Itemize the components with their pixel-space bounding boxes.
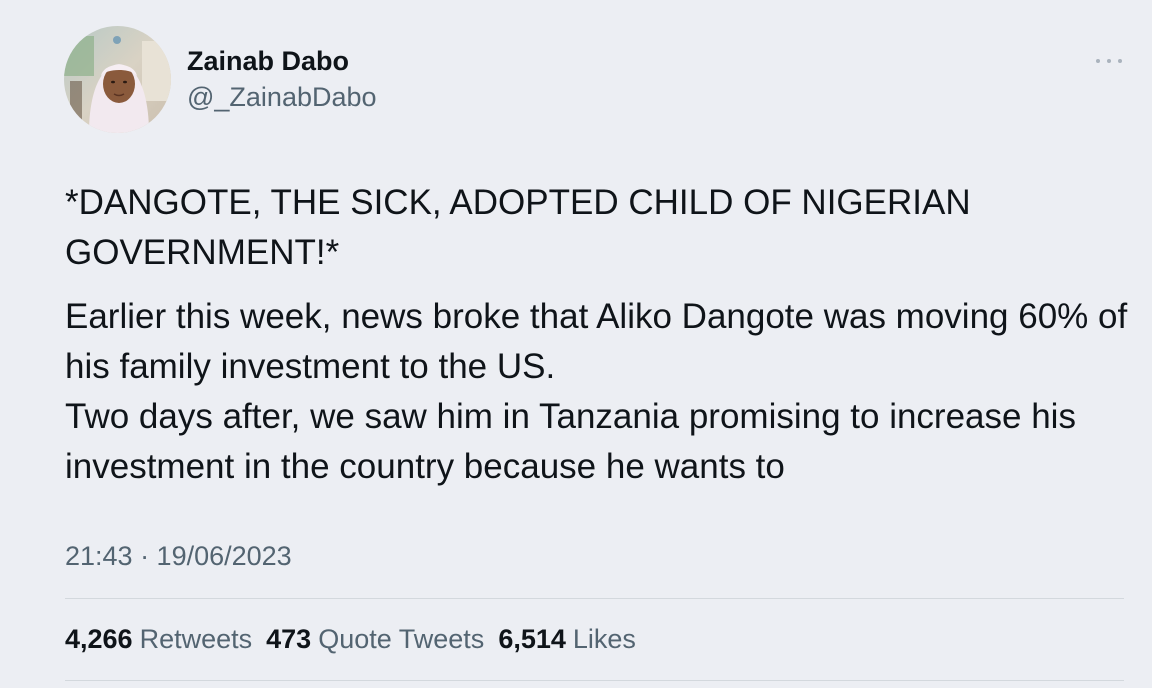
more-options-button[interactable] [1096,52,1122,70]
tweet-paragraph: Two days after, we saw him in Tanzania p… [65,397,1076,486]
author-info: Zainab Dabo @_ZainabDabo [187,44,377,114]
likes-label: Likes [572,624,636,654]
more-horizontal-icon [1096,59,1100,63]
divider [65,680,1124,681]
retweets-label: Retweets [139,624,253,654]
retweets-stat[interactable]: 4,266 Retweets [65,621,252,657]
tweet-headline: *DANGOTE, THE SICK, ADOPTED CHILD OF NIG… [65,183,971,272]
quote-tweets-count: 473 [266,624,312,654]
avatar[interactable] [64,26,171,133]
author-display-name[interactable]: Zainab Dabo [187,44,377,78]
retweets-count: 4,266 [65,624,133,654]
divider [65,598,1124,599]
tweet-text: *DANGOTE, THE SICK, ADOPTED CHILD OF NIG… [65,178,1135,492]
likes-count: 6,514 [498,624,566,654]
tweet-paragraph: Earlier this week, news broke that Aliko… [65,297,1128,386]
quote-tweets-label: Quote Tweets [318,624,485,654]
author-handle[interactable]: @_ZainabDabo [187,80,377,114]
likes-stat[interactable]: 6,514 Likes [498,621,636,657]
tweet-timestamp[interactable]: 21:43 · 19/06/2023 [65,538,292,574]
avatar-image [64,26,171,133]
tweet-card: Zainab Dabo @_ZainabDabo *DANGOTE, THE S… [0,0,1152,688]
tweet-stats: 4,266 Retweets 473 Quote Tweets 6,514 Likes [65,621,650,657]
quote-tweets-stat[interactable]: 473 Quote Tweets [266,621,484,657]
